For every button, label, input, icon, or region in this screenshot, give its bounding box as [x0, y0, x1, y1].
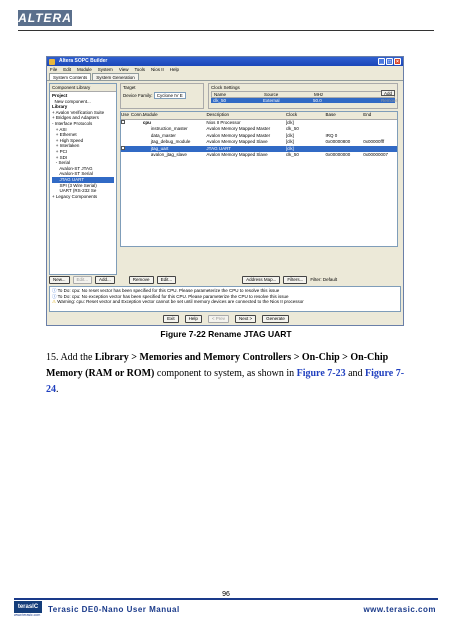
- clock-source: External: [263, 98, 280, 103]
- clock-add-button[interactable]: Add: [381, 90, 395, 96]
- footer-buttons: Exit Help < Prev Next > Generate: [47, 315, 403, 323]
- tab-system-contents[interactable]: System Contents: [49, 73, 92, 80]
- footer-rule: [14, 598, 438, 600]
- cell-desc: Avalon Memory Mapped Slave: [206, 152, 268, 157]
- step-number: 15. Add the: [46, 352, 95, 363]
- cell-module: avalon_jtag_slave: [150, 152, 187, 157]
- target-title: Target: [123, 85, 136, 90]
- messages-panel: ⓘ To Do: cpu: No reset vector has been s…: [49, 286, 401, 312]
- col-use: Use: [121, 112, 130, 117]
- clock-settings-box: Clock Settings Name Source MHz clk_50 Ex…: [208, 83, 398, 109]
- col-conn: Conn...: [130, 112, 146, 117]
- clock-col-name: Name: [214, 92, 227, 97]
- component-library-panel: Component Library Project New component.…: [49, 83, 117, 275]
- step-paragraph: 15. Add the Library > Memories and Memor…: [46, 352, 405, 395]
- clock-name: clk_50: [213, 98, 227, 103]
- new-button[interactable]: New...: [49, 275, 70, 284]
- close-icon[interactable]: ×: [394, 58, 401, 65]
- header-rule: [18, 30, 434, 31]
- help-button[interactable]: Help: [184, 315, 202, 323]
- menu-edit[interactable]: Edit: [63, 66, 71, 73]
- app-icon: [49, 58, 55, 65]
- step-text: component to system, as shown in: [154, 368, 297, 379]
- col-description: Description: [206, 112, 229, 117]
- message-warning: ⚠ Warning: cpu: Reset vector and Excepti…: [52, 299, 304, 305]
- clock-title: Clock Settings: [211, 85, 240, 90]
- tab-system-generation[interactable]: System Generation: [92, 73, 139, 80]
- library-tree: Project New component... Library + Avalon …: [50, 92, 116, 200]
- library-title: Component Library: [50, 84, 116, 92]
- target-box: Target Device Family: Cyclone IV E: [120, 83, 204, 109]
- clock-table-header: Name Source MHz: [211, 91, 395, 98]
- filter-label: Filter: Default: [310, 277, 338, 282]
- action-bar: New... Edit... Add... Remove Edit... Add…: [49, 275, 401, 284]
- menu-view[interactable]: View: [119, 66, 129, 73]
- altera-logo: ALTERA: [18, 10, 72, 26]
- menu-help[interactable]: Help: [170, 66, 179, 73]
- menu-file[interactable]: File: [50, 66, 57, 73]
- add-button[interactable]: Add...: [95, 275, 115, 284]
- logo-site-text: www.terasic.com: [14, 613, 41, 617]
- figure-link-23[interactable]: Figure 7-23: [297, 368, 346, 379]
- document-page: ALTERA Altera SOPC Builder _ □ × File Ed…: [0, 0, 452, 640]
- use-checkbox[interactable]: [121, 119, 125, 124]
- window-titlebar: Altera SOPC Builder _ □ ×: [47, 57, 403, 66]
- col-module: Module: [142, 112, 158, 117]
- minimize-icon[interactable]: _: [378, 58, 385, 65]
- device-family-select[interactable]: Cyclone IV E: [153, 92, 186, 99]
- edit-library-button[interactable]: Edit...: [72, 275, 93, 284]
- col-end: End: [363, 112, 372, 117]
- system-contents-table: Use Conn... Module Description Clock Bas…: [120, 111, 398, 247]
- sopc-builder-window: Altera SOPC Builder _ □ × File Edit Modu…: [46, 56, 404, 326]
- table-header: Use Conn... Module Description Clock Bas…: [121, 112, 397, 120]
- website-url: www.terasic.com: [363, 605, 436, 614]
- edit-button[interactable]: Edit...: [156, 275, 177, 284]
- next-button[interactable]: Next >: [235, 315, 257, 323]
- col-base: Base: [325, 112, 336, 117]
- tab-bar: System Contents System Generation: [47, 73, 403, 81]
- cell-end: 0x00000007: [363, 152, 389, 157]
- cell-base: 0x00000000: [325, 152, 351, 157]
- library-item[interactable]: + Legacy Components: [52, 194, 114, 200]
- terasic-logo: terasIC: [14, 601, 42, 613]
- use-checkbox[interactable]: [121, 145, 125, 150]
- clock-remove-button[interactable]: Remove: [381, 98, 398, 104]
- generate-button[interactable]: Generate: [262, 315, 289, 323]
- figure-caption: Figure 7-22 Rename JTAG UART: [160, 329, 292, 339]
- table-row[interactable]: avalon_jtag_slave Avalon Memory Mapped Sl…: [121, 152, 397, 159]
- cell-clock: clk_50: [285, 152, 299, 157]
- remove-button[interactable]: Remove: [128, 275, 154, 284]
- clock-mhz: 50.0: [313, 98, 322, 103]
- menu-bar: File Edit Module System View Tools Nios …: [47, 66, 403, 73]
- device-family-label: Device Family:: [123, 93, 153, 98]
- col-clock: Clock: [285, 112, 298, 117]
- menu-system[interactable]: System: [98, 66, 113, 73]
- page-number: 96: [222, 591, 230, 598]
- clock-row[interactable]: clk_50 External 50.0: [211, 98, 395, 103]
- clock-col-source: Source: [264, 92, 279, 97]
- prev-button[interactable]: < Prev: [207, 315, 229, 323]
- filters-button[interactable]: Filters...: [283, 275, 308, 284]
- system-panel: Target Device Family: Cyclone IV E Clock…: [120, 83, 402, 275]
- clock-col-mhz: MHz: [314, 92, 324, 97]
- manual-title: Terasic DE0-Nano User Manual: [48, 605, 180, 614]
- menu-nios[interactable]: Nios II: [151, 66, 164, 73]
- address-map-button[interactable]: Address Map...: [242, 275, 281, 284]
- menu-tools[interactable]: Tools: [135, 66, 146, 73]
- menu-module[interactable]: Module: [77, 66, 92, 73]
- window-title: Altera SOPC Builder: [59, 58, 108, 64]
- maximize-icon[interactable]: □: [386, 58, 393, 65]
- exit-button[interactable]: Exit: [163, 315, 179, 323]
